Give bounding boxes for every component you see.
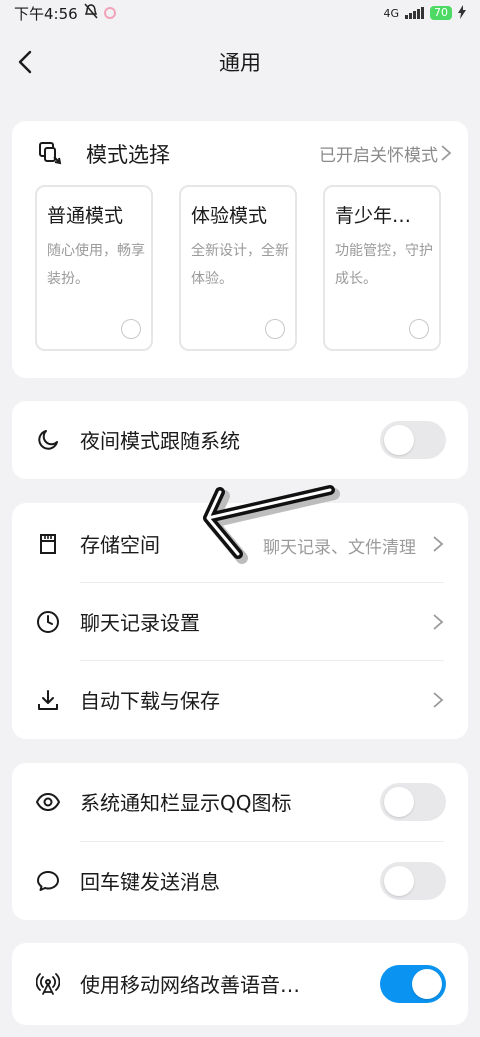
chat-history-row[interactable]: 聊天记录设置: [12, 583, 468, 661]
network-card: 使用移动网络改善语音…: [12, 943, 468, 1025]
clock-icon: [37, 611, 59, 633]
eye-icon: [36, 792, 60, 812]
mode-header[interactable]: 模式选择 已开启关怀模式: [12, 121, 468, 183]
chevron-right-icon: [433, 614, 444, 630]
night-mode-row: 夜间模式跟随系统: [12, 401, 468, 479]
mode-option-normal[interactable]: 普通模式 随心使用，畅享装扮。: [35, 185, 153, 351]
mobile-voice-toggle[interactable]: [380, 965, 446, 1003]
mode-option-desc: 功能管控，守护成长。: [335, 243, 433, 287]
annotation-arrow-icon: [203, 485, 340, 564]
mode-option-desc: 全新设计，全新体验。: [191, 243, 289, 287]
page-title: 通用: [219, 51, 261, 75]
enter-send-toggle[interactable]: [380, 862, 446, 900]
back-button[interactable]: [12, 48, 40, 76]
nav-bar: 通用: [0, 26, 480, 98]
chevron-right-icon: [441, 145, 452, 161]
mode-radio[interactable]: [265, 319, 285, 339]
mode-status: 已开启关怀模式: [319, 146, 438, 166]
mode-option-title: 青少年…: [335, 205, 412, 227]
status-time: 下午4:56: [14, 4, 78, 23]
moon-icon: [38, 430, 58, 450]
toggle-knob: [384, 787, 414, 817]
status-bar: 下午4:56 4G 70: [0, 0, 480, 26]
signal-icon: [405, 7, 424, 19]
mode-radio[interactable]: [121, 319, 141, 339]
chat-history-label: 聊天记录设置: [80, 611, 200, 635]
auto-download-row[interactable]: 自动下载与保存: [12, 661, 468, 739]
mode-option-title: 普通模式: [47, 205, 124, 227]
enter-send-label: 回车键发送消息: [80, 870, 220, 894]
auto-download-label: 自动下载与保存: [80, 689, 220, 713]
mode-option-desc: 随心使用，畅享装扮。: [47, 243, 145, 287]
download-icon: [38, 690, 58, 710]
night-mode-card: 夜间模式跟随系统: [12, 401, 468, 479]
night-mode-toggle[interactable]: [380, 421, 446, 459]
mobile-voice-row: 使用移动网络改善语音…: [12, 945, 468, 1023]
toggle-knob: [384, 866, 414, 896]
mode-option-experience[interactable]: 体验模式 全新设计，全新体验。: [179, 185, 297, 351]
back-arrow-icon: [18, 50, 32, 74]
network-type: 4G: [383, 6, 399, 20]
toggle-knob: [384, 425, 414, 455]
storage-space-label: 存储空间: [80, 533, 160, 557]
mode-title: 模式选择: [86, 143, 170, 167]
antenna-icon: [36, 973, 60, 995]
enter-send-row: 回车键发送消息: [12, 842, 468, 920]
mode-option-teen[interactable]: 青少年… 功能管控，守护成长。: [323, 185, 441, 351]
chevron-right-icon: [433, 692, 444, 708]
chevron-right-icon: [433, 536, 444, 552]
charging-icon: [458, 4, 466, 22]
notify-qq-icon-row: 系统通知栏显示QQ图标: [12, 763, 468, 841]
mute-icon: [84, 3, 98, 23]
notification-card: 系统通知栏显示QQ图标 回车键发送消息: [12, 763, 468, 920]
notification-dot-icon: [103, 7, 116, 19]
mode-card: 模式选择 已开启关怀模式 普通模式 随心使用，畅享装扮。 体验模式 全新设计，全…: [12, 121, 468, 378]
notify-qq-icon-toggle[interactable]: [380, 783, 446, 821]
night-mode-label: 夜间模式跟随系统: [80, 429, 240, 453]
mode-switch-icon: [39, 142, 62, 165]
mode-option-title: 体验模式: [191, 205, 268, 227]
mode-radio[interactable]: [409, 319, 429, 339]
battery-level: 70: [430, 6, 452, 20]
chat-bubble-icon: [37, 871, 59, 891]
toggle-knob: [412, 969, 442, 999]
notify-qq-icon-label: 系统通知栏显示QQ图标: [80, 791, 292, 815]
mobile-voice-label: 使用移动网络改善语音…: [80, 973, 300, 997]
sd-card-icon: [40, 534, 56, 554]
